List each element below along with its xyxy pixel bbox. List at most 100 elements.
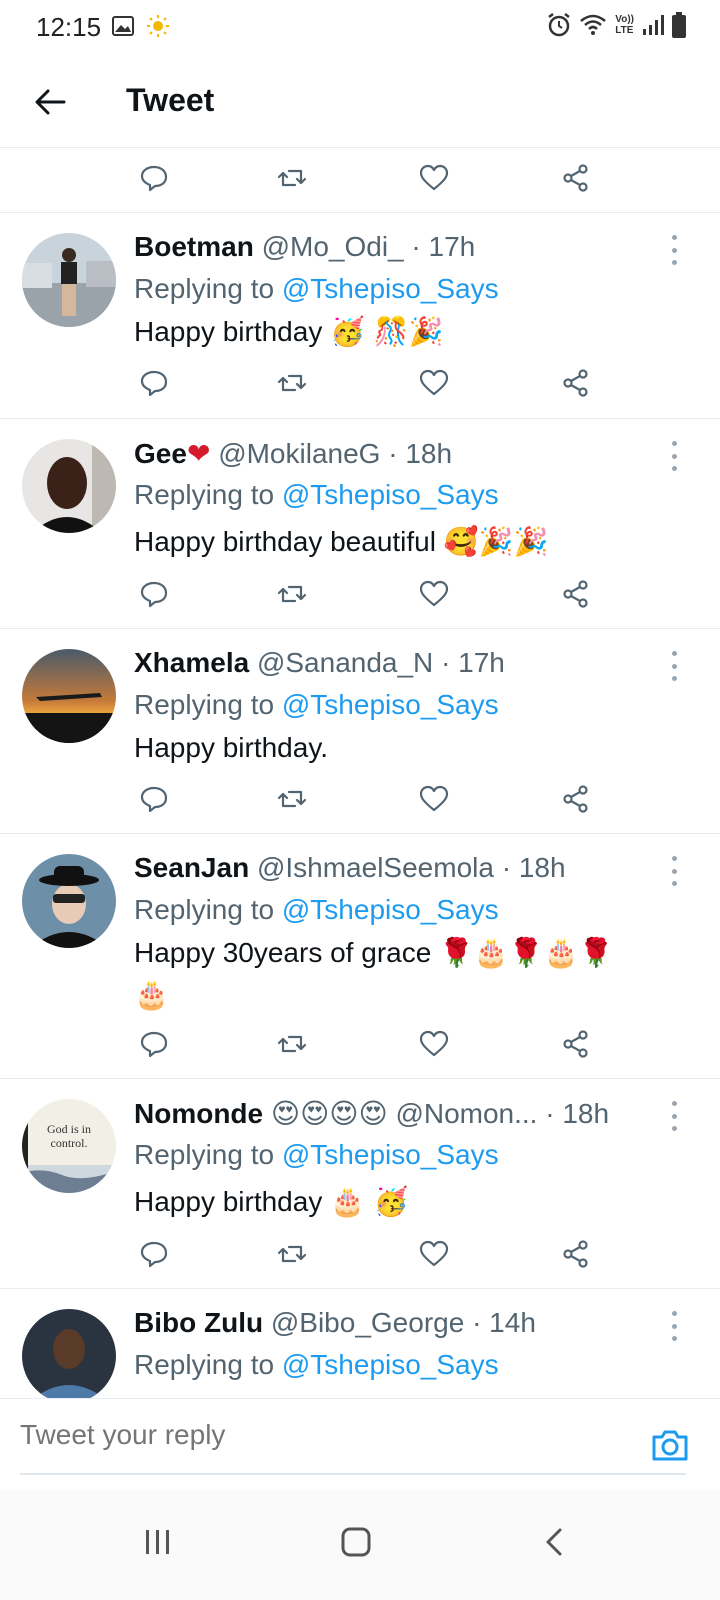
- reply-button[interactable]: [134, 158, 174, 198]
- reply-icon: [140, 370, 168, 397]
- display-name[interactable]: Xhamela: [134, 647, 249, 678]
- mention-link[interactable]: @Tshepiso_Says: [282, 689, 499, 720]
- reply-button[interactable]: [134, 363, 174, 403]
- like-button[interactable]: [414, 363, 454, 403]
- user-handle[interactable]: @IshmaelSeemola: [257, 852, 494, 883]
- share-icon: [563, 580, 588, 608]
- replying-to: Replying to @Tshepiso_Says: [134, 273, 499, 304]
- volte-icon: Vo)) LTE: [615, 14, 634, 36]
- reply-button[interactable]: [134, 779, 174, 819]
- tweet-actions: [134, 363, 604, 403]
- tweet-text: Happy birthday.: [134, 732, 329, 763]
- avatar[interactable]: [22, 439, 116, 533]
- user-handle[interactable]: @Bibo_George: [271, 1307, 464, 1338]
- user-handle[interactable]: @Mo_Odi_: [262, 231, 404, 262]
- share-button[interactable]: [556, 158, 596, 198]
- back-nav-button[interactable]: [524, 1512, 584, 1572]
- reply-underline: [20, 1473, 686, 1475]
- like-button[interactable]: [414, 1234, 454, 1274]
- mention-link[interactable]: @Tshepiso_Says: [282, 894, 499, 925]
- tweet-time: · 14h: [472, 1307, 536, 1338]
- more-options-button[interactable]: [668, 1311, 680, 1341]
- more-options-button[interactable]: [668, 856, 680, 886]
- avatar[interactable]: [22, 1309, 116, 1398]
- user-handle[interactable]: @Sananda_N: [257, 647, 433, 678]
- reply-button[interactable]: [134, 1234, 174, 1274]
- mention-link[interactable]: @Tshepiso_Says: [282, 479, 499, 510]
- heart-icon: [419, 580, 449, 607]
- retweet-button[interactable]: [272, 574, 312, 614]
- heart-icon: [419, 785, 449, 812]
- user-handle[interactable]: @MokilaneG: [218, 438, 380, 469]
- tweet-item[interactable]: Gee❤ @MokilaneG · 18h Replying to @Tshep…: [0, 419, 720, 629]
- recent-apps-icon: [146, 1530, 169, 1554]
- retweet-button[interactable]: [272, 1234, 312, 1274]
- tweet-item[interactable]: SeanJan @IshmaelSeemola · 18h Replying t…: [0, 834, 720, 1079]
- avatar[interactable]: [22, 233, 116, 327]
- tweet-header: Nomonde 😍😍😍😍 @Nomon... · 18h: [134, 1097, 609, 1130]
- tweet-text: Happy birthday 🎂 🥳: [134, 1185, 409, 1218]
- tweet-header: Boetman @Mo_Odi_ · 17h: [134, 231, 475, 263]
- camera-icon: [652, 1430, 688, 1461]
- avatar[interactable]: [22, 649, 116, 743]
- user-handle[interactable]: @Nomon...: [395, 1098, 537, 1129]
- tweet-actions: [134, 574, 604, 614]
- retweet-button[interactable]: [272, 779, 312, 819]
- more-options-button[interactable]: [668, 651, 680, 681]
- reply-icon: [140, 165, 168, 192]
- mention-link[interactable]: @Tshepiso_Says: [282, 273, 499, 304]
- share-button[interactable]: [556, 1234, 596, 1274]
- like-button[interactable]: [414, 1024, 454, 1064]
- retweet-icon: [277, 374, 307, 392]
- home-button[interactable]: [326, 1512, 386, 1572]
- avatar[interactable]: [22, 854, 116, 948]
- display-name[interactable]: Gee: [134, 438, 187, 469]
- more-options-button[interactable]: [668, 1101, 680, 1131]
- emoji-text: 🥰🎉🎉: [443, 525, 549, 558]
- share-button[interactable]: [556, 1024, 596, 1064]
- reply-composer: [0, 1398, 720, 1488]
- tweet-time: · 18h: [388, 438, 453, 469]
- retweet-button[interactable]: [272, 363, 312, 403]
- display-name[interactable]: Bibo Zulu: [134, 1307, 263, 1338]
- recent-apps-button[interactable]: [128, 1512, 188, 1572]
- heart-icon: [419, 164, 449, 191]
- like-button[interactable]: [414, 574, 454, 614]
- mention-link[interactable]: @Tshepiso_Says: [282, 1349, 499, 1380]
- reply-icon: [140, 786, 168, 813]
- retweet-button[interactable]: [272, 158, 312, 198]
- reply-button[interactable]: [134, 574, 174, 614]
- share-button[interactable]: [556, 779, 596, 819]
- more-options-button[interactable]: [668, 235, 680, 265]
- more-options-button[interactable]: [668, 441, 680, 471]
- reply-input[interactable]: [20, 1419, 580, 1451]
- name-emoji: 😍😍😍😍: [270, 1097, 388, 1130]
- avatar[interactable]: God is in control.: [22, 1099, 116, 1193]
- mention-link[interactable]: @Tshepiso_Says: [282, 1139, 499, 1170]
- replying-to: Replying to @Tshepiso_Says: [134, 1139, 499, 1170]
- tweet-item[interactable]: Boetman @Mo_Odi_ · 17h Replying to @Tshe…: [0, 213, 720, 418]
- reply-icon: [140, 1241, 168, 1268]
- like-button[interactable]: [414, 158, 454, 198]
- tweet-item[interactable]: God is in control. Nomonde 😍😍😍😍 @Nomon...…: [0, 1079, 720, 1289]
- tweet-item[interactable]: Xhamela @Sananda_N · 17h Replying to @Ts…: [0, 629, 720, 834]
- tweet-time: · 17h: [411, 231, 476, 262]
- reply-button[interactable]: [134, 1024, 174, 1064]
- share-button[interactable]: [556, 363, 596, 403]
- share-button[interactable]: [556, 574, 596, 614]
- back-arrow-icon: [35, 89, 66, 115]
- display-name[interactable]: SeanJan: [134, 852, 249, 883]
- tweet-item[interactable]: Bibo Zulu @Bibo_George · 14h Replying to…: [0, 1289, 720, 1398]
- display-name[interactable]: Boetman: [134, 231, 254, 262]
- like-button[interactable]: [414, 779, 454, 819]
- tweet-time: · 18h: [545, 1098, 610, 1129]
- camera-button[interactable]: [648, 1423, 692, 1467]
- display-name[interactable]: Nomonde: [134, 1098, 263, 1129]
- emoji-text: 🎂 🥳: [330, 1185, 409, 1218]
- alarm-icon: [548, 13, 571, 37]
- system-nav-bar: [0, 1490, 720, 1600]
- avatar-text-line2: control.: [51, 1136, 88, 1150]
- app-header: Tweet: [0, 56, 720, 148]
- retweet-button[interactable]: [272, 1024, 312, 1064]
- back-button[interactable]: [30, 82, 70, 122]
